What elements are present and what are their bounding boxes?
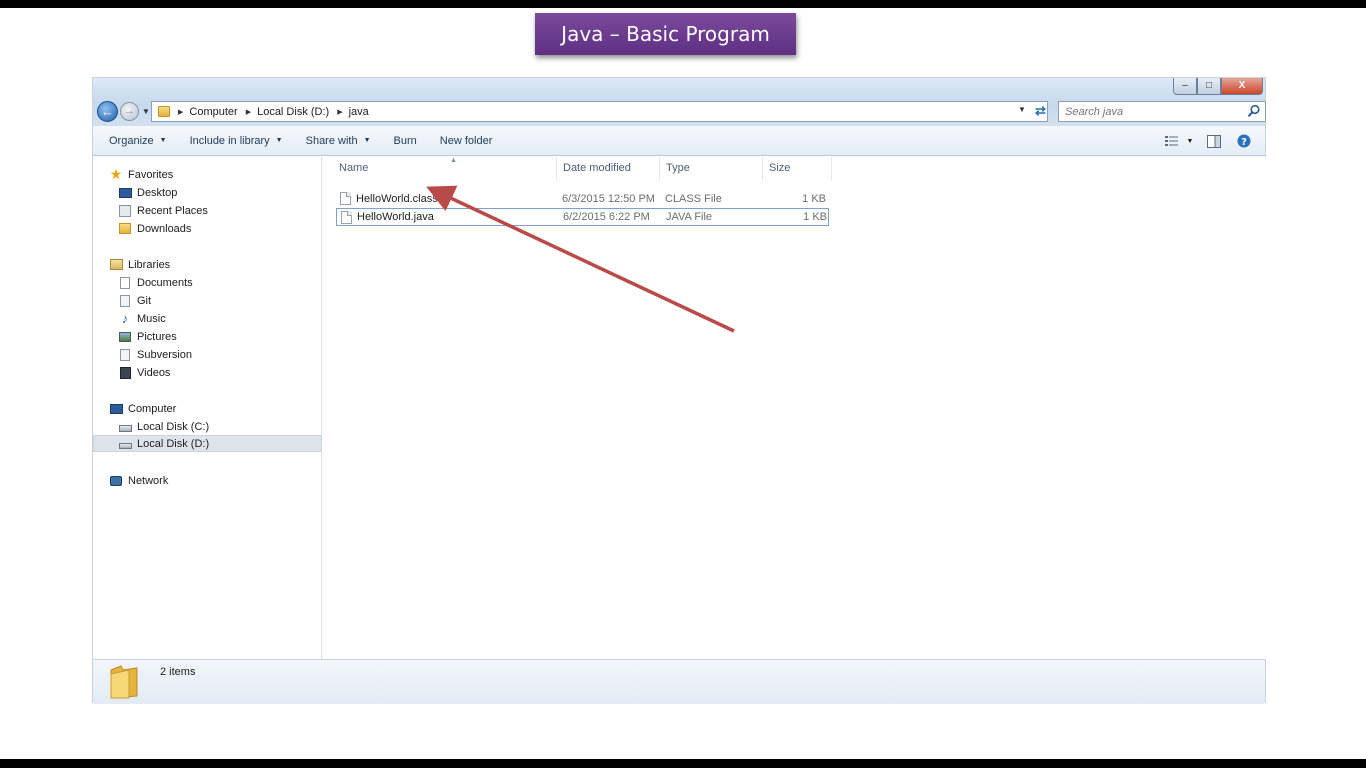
chevron-down-icon: ▼ (363, 137, 371, 144)
view-options-dropdown[interactable]: ▼ (1185, 130, 1195, 152)
music-icon: ♪ (121, 311, 129, 326)
column-header-name[interactable]: Name ▲ (333, 157, 557, 181)
new-folder-button[interactable]: New folder (433, 130, 500, 152)
back-arrow-icon: ← (101, 104, 114, 119)
slide: Java – Basic Program – □ X ← → ▼ ▶ Compu… (0, 8, 1366, 759)
chevron-down-icon: ▼ (275, 137, 283, 144)
folder-icon (110, 665, 138, 699)
recent-pages-dropdown[interactable]: ▼ (142, 107, 150, 116)
pictures-icon (118, 330, 132, 343)
back-button[interactable]: ← (97, 101, 118, 122)
sidebar-item-documents[interactable]: Documents (118, 274, 193, 291)
videos-icon (118, 366, 132, 379)
maximize-button[interactable]: □ (1197, 78, 1221, 95)
sidebar-item-network[interactable]: Network (109, 472, 168, 489)
libraries-icon (109, 258, 123, 271)
sidebar-item-libraries[interactable]: Libraries (109, 256, 170, 273)
sidebar-item-computer[interactable]: Computer (109, 400, 176, 417)
sidebar-item-recent-places[interactable]: Recent Places (118, 202, 208, 219)
desktop-icon (118, 186, 132, 199)
chevron-right-icon[interactable]: ▶ (337, 108, 342, 116)
preview-pane-button[interactable] (1203, 130, 1225, 152)
navigation-pane: ★ Favorites Desktop Recent Places Downlo… (93, 157, 322, 659)
command-bar: Organize ▼ Include in library ▼ Share with… (93, 126, 1265, 156)
sidebar-item-favorites[interactable]: ★ Favorites (109, 166, 174, 183)
file-type: JAVA File (666, 211, 713, 223)
slide-title: Java – Basic Program (535, 13, 796, 55)
address-bar[interactable]: ▶ Computer ▶ Local Disk (D:) ▶ java (151, 101, 1048, 122)
search-box[interactable] (1058, 101, 1266, 122)
column-header-date-modified[interactable]: Date modified (557, 157, 660, 181)
title-bar: – □ X ← → ▼ ▶ Computer ▶ Local Disk (D:)… (93, 78, 1266, 126)
file-type: CLASS File (665, 193, 722, 205)
burn-button[interactable]: Burn (387, 130, 424, 152)
file-name: HelloWorld.java (357, 211, 434, 223)
chevron-right-icon[interactable]: ▶ (246, 108, 251, 116)
network-icon (109, 474, 123, 487)
details-pane: 2 items (93, 659, 1265, 704)
change-view-button[interactable] (1161, 130, 1183, 152)
breadcrumb-local-disk-d[interactable]: ▶ Local Disk (D:) (246, 106, 338, 118)
sidebar-item-music[interactable]: ♪ Music (118, 310, 166, 327)
documents-icon (118, 276, 132, 289)
sidebar-item-videos[interactable]: Videos (118, 364, 170, 381)
search-input[interactable] (1059, 102, 1244, 121)
file-row[interactable]: HelloWorld.java 6/2/2015 6:22 PM JAVA Fi… (336, 208, 829, 226)
file-date-modified: 6/2/2015 6:22 PM (563, 211, 650, 223)
file-icon (341, 211, 352, 224)
forward-button[interactable]: → (120, 102, 139, 121)
sidebar-item-pictures[interactable]: Pictures (118, 328, 177, 345)
sidebar-item-local-disk-d[interactable]: Local Disk (D:) (93, 435, 322, 452)
include-in-library-button[interactable]: Include in library ▼ (183, 130, 290, 152)
help-button[interactable]: ? (1233, 130, 1255, 152)
recent-places-icon (118, 204, 132, 217)
close-button[interactable]: X (1221, 78, 1263, 95)
downloads-icon (118, 222, 132, 235)
sort-ascending-icon: ▲ (450, 157, 457, 164)
breadcrumb-computer[interactable]: ▶ Computer (178, 106, 246, 118)
drive-icon (118, 420, 132, 433)
file-name: HelloWorld.class (356, 193, 438, 205)
svg-text:?: ? (1241, 137, 1247, 148)
chevron-down-icon: ▼ (159, 137, 167, 144)
breadcrumb-java[interactable]: ▶ java (337, 106, 377, 118)
folder-icon (158, 106, 170, 117)
view-controls: ▼ ? (1153, 130, 1255, 152)
sidebar-item-downloads[interactable]: Downloads (118, 220, 191, 237)
column-header-size[interactable]: Size (763, 157, 832, 181)
library-folder-icon (118, 294, 132, 307)
minimize-button[interactable]: – (1173, 78, 1197, 95)
window-controls: – □ X (1173, 78, 1263, 95)
chevron-right-icon[interactable]: ▶ (178, 108, 183, 116)
file-size: 1 KB (803, 211, 827, 223)
file-icon (340, 192, 351, 205)
search-icon[interactable] (1247, 104, 1261, 118)
organize-button[interactable]: Organize ▼ (102, 130, 174, 152)
file-size: 1 KB (802, 193, 826, 205)
sidebar-item-desktop[interactable]: Desktop (118, 184, 177, 201)
address-history-dropdown[interactable]: ▼ (1018, 105, 1026, 114)
sidebar-item-git[interactable]: Git (118, 292, 151, 309)
library-folder-icon (118, 348, 132, 361)
drive-icon (118, 437, 132, 450)
file-row[interactable]: HelloWorld.class 6/3/2015 12:50 PM CLASS… (336, 190, 829, 208)
computer-icon (109, 402, 123, 415)
refresh-button[interactable]: ⇄ (1030, 101, 1051, 122)
sidebar-item-local-disk-c[interactable]: Local Disk (C:) (118, 418, 209, 435)
item-count: 2 items (160, 666, 196, 678)
file-list: Name ▲ Date modified Type Size HelloWorl… (323, 157, 1267, 659)
forward-arrow-icon: → (124, 105, 135, 117)
explorer-window: – □ X ← → ▼ ▶ Computer ▶ Local Disk (D:)… (92, 77, 1267, 704)
column-header-type[interactable]: Type (660, 157, 763, 181)
refresh-icon: ⇄ (1035, 103, 1046, 118)
preview-pane-icon (1207, 134, 1221, 148)
star-icon: ★ (109, 166, 123, 182)
details-view-icon (1165, 136, 1178, 146)
help-icon: ? (1237, 134, 1251, 148)
file-date-modified: 6/3/2015 12:50 PM (562, 193, 655, 205)
share-with-button[interactable]: Share with ▼ (299, 130, 378, 152)
sidebar-item-subversion[interactable]: Subversion (118, 346, 192, 363)
